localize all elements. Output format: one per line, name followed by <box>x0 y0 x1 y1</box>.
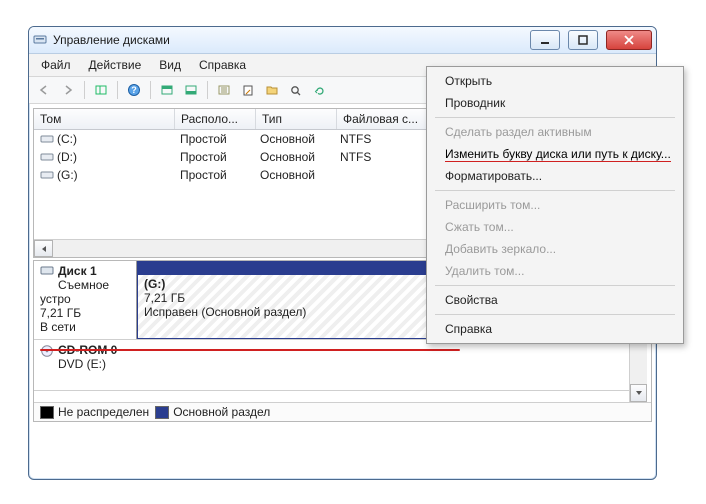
cell: (G:) <box>57 168 78 182</box>
ctx-separator <box>435 314 675 315</box>
legend-bar: Не распределен Основной раздел <box>34 402 651 421</box>
cell: NTFS <box>334 149 431 165</box>
cell: NTFS <box>334 131 431 147</box>
window-title: Управление дисками <box>53 33 522 47</box>
legend-unalloc-label: Не распределен <box>58 405 149 419</box>
toolbar-sep <box>150 81 151 99</box>
menu-view[interactable]: Вид <box>151 56 189 74</box>
svg-text:?: ? <box>131 85 137 95</box>
cdrom-sub: DVD (E:) <box>40 357 628 371</box>
disk-kind: Съемное устро <box>40 278 130 306</box>
cell: Основной <box>254 167 334 183</box>
ctx-add-mirror: Добавить зеркало... <box>429 238 681 260</box>
properties-button[interactable] <box>237 80 259 100</box>
view-top-button[interactable] <box>156 80 178 100</box>
open-folder-button[interactable] <box>261 80 283 100</box>
ctx-change-letter[interactable]: Изменить букву диска или путь к диску... <box>429 143 681 165</box>
menu-help[interactable]: Справка <box>191 56 254 74</box>
scroll-left-button[interactable] <box>34 240 53 257</box>
toolbar-sep <box>84 81 85 99</box>
legend-swatch-primary <box>155 406 169 419</box>
find-button[interactable] <box>285 80 307 100</box>
cell: (C:) <box>57 132 77 146</box>
nav-forward-button[interactable] <box>57 80 79 100</box>
cell: Простой <box>174 131 254 147</box>
col-layout[interactable]: Располо... <box>175 109 256 129</box>
ctx-help[interactable]: Справка <box>429 318 681 340</box>
disk-state: В сети <box>40 320 130 334</box>
refresh-button[interactable] <box>309 80 331 100</box>
maximize-button[interactable] <box>568 30 598 50</box>
titlebar[interactable]: Управление дисками <box>29 27 656 54</box>
cell <box>334 174 431 176</box>
col-type[interactable]: Тип <box>256 109 337 129</box>
legend-primary-label: Основной раздел <box>173 405 270 419</box>
disk-size: 7,21 ГБ <box>40 306 130 320</box>
nav-back-button[interactable] <box>33 80 55 100</box>
ctx-open[interactable]: Открыть <box>429 70 681 92</box>
disk-icon <box>40 265 54 280</box>
disk-row[interactable]: CD-ROM 0 DVD (E:) <box>34 340 634 391</box>
ctx-separator <box>435 117 675 118</box>
ctx-explorer[interactable]: Проводник <box>429 92 681 114</box>
view-bottom-button[interactable] <box>180 80 202 100</box>
ctx-properties[interactable]: Свойства <box>429 289 681 311</box>
minimize-button[interactable] <box>530 30 560 50</box>
menu-action[interactable]: Действие <box>81 56 150 74</box>
app-icon <box>33 33 47 47</box>
drive-icon <box>40 170 54 182</box>
col-volume[interactable]: Том <box>34 109 175 129</box>
ctx-format[interactable]: Форматировать... <box>429 165 681 187</box>
drive-icon <box>40 134 54 146</box>
show-hide-tree-button[interactable] <box>90 80 112 100</box>
cdrom-icon <box>40 344 54 361</box>
toolbar-sep <box>117 81 118 99</box>
cell: Простой <box>174 167 254 183</box>
ctx-separator <box>435 190 675 191</box>
toolbar-sep <box>207 81 208 99</box>
menu-file[interactable]: Файл <box>33 56 79 74</box>
ctx-shrink: Сжать том... <box>429 216 681 238</box>
legend-swatch-unalloc <box>40 406 54 419</box>
disk-info: Диск 1 Съемное устро 7,21 ГБ В сети <box>34 261 137 339</box>
cell: Основной <box>254 149 334 165</box>
cell: (D:) <box>57 150 77 164</box>
highlight-line <box>40 349 460 351</box>
help-button[interactable]: ? <box>123 80 145 100</box>
ctx-extend: Расширить том... <box>429 194 681 216</box>
ctx-change-letter-label: Изменить букву диска или путь к диску... <box>445 147 671 162</box>
drive-icon <box>40 152 54 164</box>
cell: Основной <box>254 131 334 147</box>
context-menu: Открыть Проводник Сделать раздел активны… <box>426 66 684 344</box>
ctx-separator <box>435 285 675 286</box>
settings-button[interactable] <box>213 80 235 100</box>
scroll-down-button[interactable] <box>630 384 647 402</box>
ctx-make-active: Сделать раздел активным <box>429 121 681 143</box>
ctx-delete: Удалить том... <box>429 260 681 282</box>
cell: Простой <box>174 149 254 165</box>
close-button[interactable] <box>606 30 652 50</box>
disk-info: CD-ROM 0 DVD (E:) <box>34 340 634 390</box>
col-fs[interactable]: Файловая с... <box>337 109 435 129</box>
